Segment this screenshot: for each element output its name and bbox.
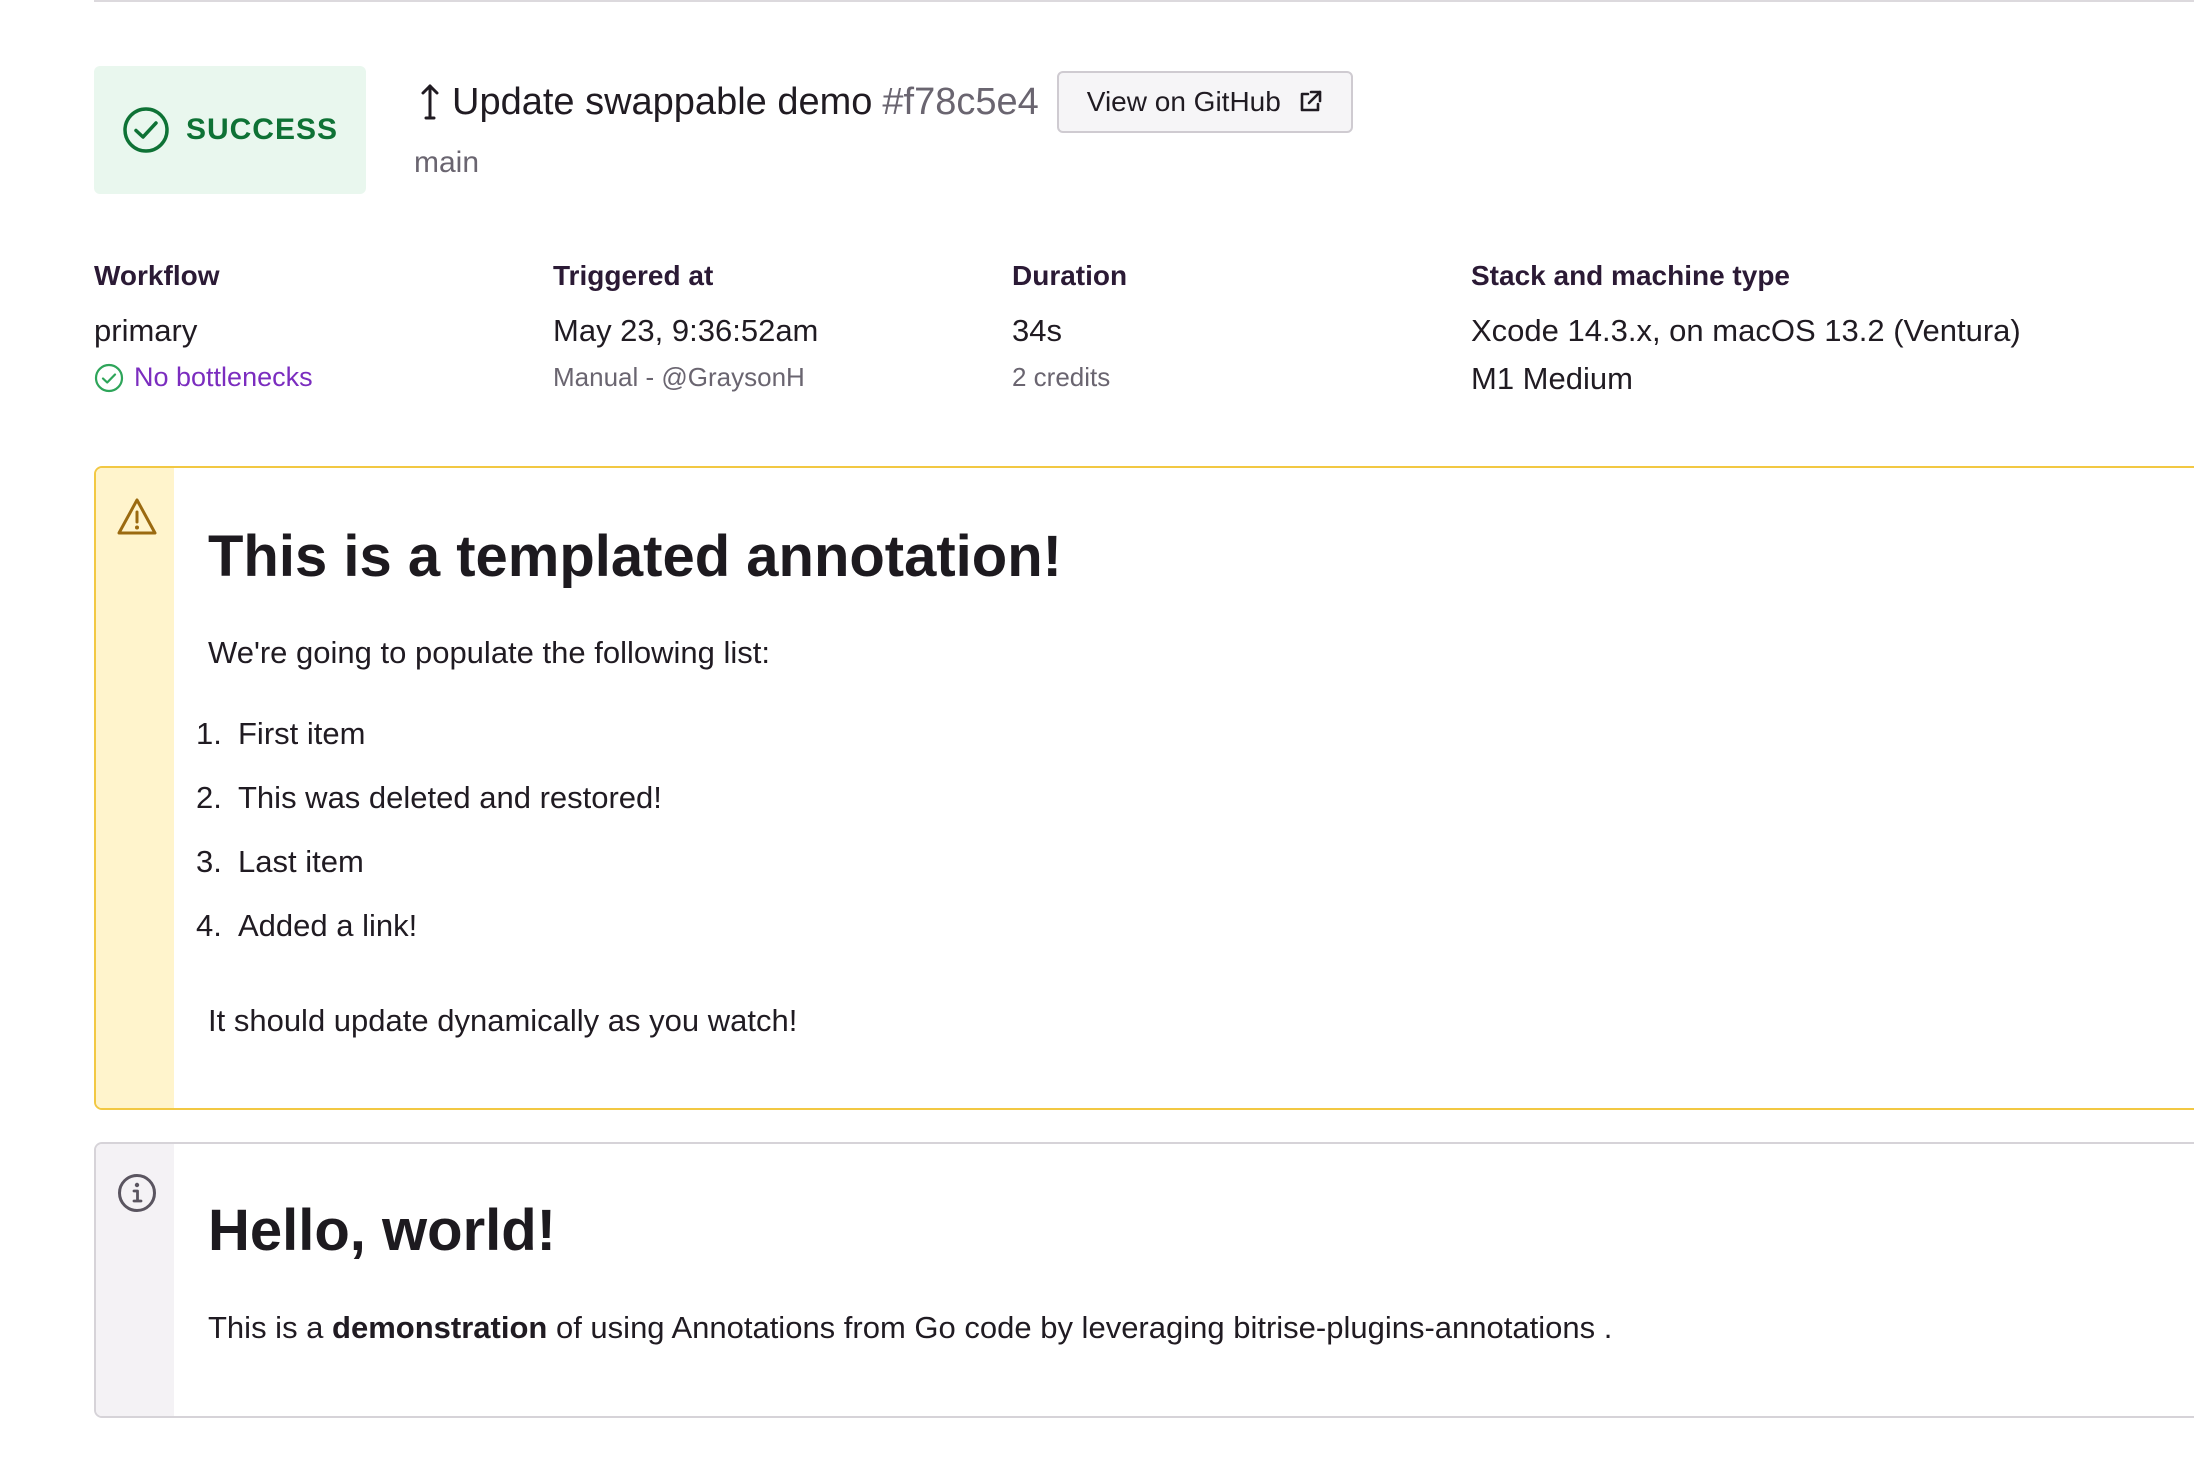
body-bold: demonstration bbox=[332, 1310, 548, 1345]
commit-header: Update swappable demo #f78c5e4 View on G… bbox=[418, 71, 1353, 133]
check-circle-icon bbox=[123, 107, 169, 153]
list-item: 1. First item bbox=[196, 716, 365, 752]
list-item-number: 4. bbox=[196, 908, 222, 943]
list-item-text: Last item bbox=[238, 844, 364, 879]
list-item: 4. Added a link! bbox=[196, 908, 417, 944]
annotation-gutter bbox=[96, 1144, 174, 1416]
meta-duration: Duration 34s 2 credits bbox=[1012, 260, 1127, 393]
list-item: 3. Last item bbox=[196, 844, 364, 880]
stack-label: Stack and machine type bbox=[1471, 260, 1791, 291]
triggered-by: Manual - @GraysonH bbox=[553, 362, 805, 392]
branch-name: main bbox=[414, 146, 480, 179]
list-item-text: This was deleted and restored! bbox=[238, 780, 662, 815]
list-item-number: 3. bbox=[196, 844, 222, 879]
annotation-title: Hello, world! bbox=[208, 1198, 556, 1263]
list-item-text: First item bbox=[238, 716, 366, 751]
commit-title: Update swappable demo bbox=[452, 80, 873, 123]
list-item: 2. This was deleted and restored! bbox=[196, 780, 662, 816]
annotation-gutter bbox=[96, 468, 174, 1108]
duration-credits: 2 credits bbox=[1012, 362, 1111, 392]
annotation-info: Hello, world! This is a demonstration of… bbox=[94, 1142, 2194, 1418]
annotation-intro: We're going to populate the following li… bbox=[208, 635, 770, 670]
view-on-github-label: View on GitHub bbox=[1086, 86, 1281, 117]
commit-hash[interactable]: #f78c5e4 bbox=[882, 81, 1038, 124]
triggered-label: Triggered at bbox=[553, 260, 714, 291]
workflow-label: Workflow bbox=[94, 260, 220, 291]
meta-triggered: Triggered at May 23, 9:36:52am Manual - … bbox=[553, 260, 818, 393]
annotation-outro: It should update dynamically as you watc… bbox=[208, 1003, 798, 1038]
up-down-arrow-icon bbox=[421, 84, 439, 120]
annotation-body: This is a demonstration of using Annotat… bbox=[208, 1310, 1612, 1346]
top-divider bbox=[94, 0, 2194, 2]
view-on-github-button[interactable]: View on GitHub bbox=[1056, 71, 1353, 133]
machine-type-value: M1 Medium bbox=[1471, 361, 1633, 396]
workflow-value: primary bbox=[94, 313, 198, 348]
warning-icon bbox=[117, 498, 157, 535]
meta-workflow: Workflow primary No bottlenecks bbox=[94, 260, 313, 393]
duration-value: 34s bbox=[1012, 313, 1062, 348]
annotation-title: This is a templated annotation! bbox=[208, 524, 1062, 589]
annotation-warning: This is a templated annotation! We're go… bbox=[94, 466, 2194, 1110]
meta-stack: Stack and machine type Xcode 14.3.x, on … bbox=[1471, 260, 2021, 400]
stack-value: Xcode 14.3.x, on macOS 13.2 (Ventura) bbox=[1471, 313, 2021, 348]
list-item-text: Added a link! bbox=[238, 908, 418, 943]
no-bottlenecks-link[interactable]: No bottlenecks bbox=[94, 362, 313, 393]
body-prefix: This is a bbox=[208, 1310, 324, 1345]
triggered-value: May 23, 9:36:52am bbox=[553, 313, 819, 348]
no-bottlenecks-label: No bottlenecks bbox=[134, 362, 313, 392]
build-details-page: SUCCESS Update swappable demo #f78c5e4 V… bbox=[0, 0, 2194, 1480]
status-text: SUCCESS bbox=[185, 113, 339, 146]
list-item-number: 1. bbox=[196, 716, 222, 751]
body-suffix: of using Annotations from Go code by lev… bbox=[555, 1310, 1613, 1345]
status-badge: SUCCESS bbox=[94, 66, 366, 194]
list-item-number: 2. bbox=[196, 780, 222, 815]
info-icon bbox=[118, 1174, 156, 1212]
external-link-icon bbox=[1300, 90, 1322, 112]
duration-label: Duration bbox=[1012, 260, 1128, 291]
check-circle-icon bbox=[94, 363, 124, 392]
